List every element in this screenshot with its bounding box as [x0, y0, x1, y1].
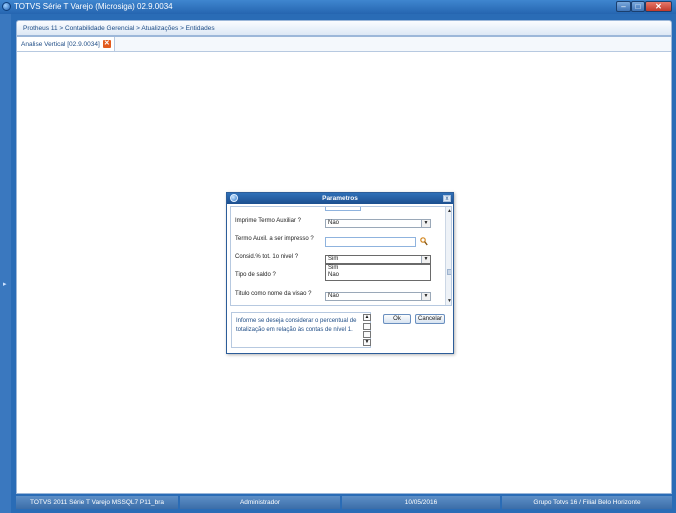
previous-param-field[interactable]	[325, 207, 361, 211]
scroll-up-icon[interactable]: ▲	[363, 314, 371, 321]
status-date: 10/05/2016	[342, 496, 502, 509]
select-value: Nao	[328, 293, 340, 299]
status-user: Administrador	[180, 496, 342, 509]
consid-tot-select[interactable]: Sim ▼	[325, 255, 431, 264]
param-scrollbar[interactable]: ▲ ▼	[445, 207, 451, 305]
chevron-down-icon[interactable]: ▼	[421, 256, 430, 263]
ok-button[interactable]: Ok	[383, 314, 411, 324]
scroll-thumb[interactable]	[447, 269, 451, 275]
select-value: Nao	[328, 220, 340, 226]
dialog-title: Parametros	[322, 195, 358, 202]
window-title: TOTVS Série T Varejo (Microsiga) 02.9.00…	[14, 2, 173, 11]
expand-arrow-icon[interactable]: ▸	[3, 280, 7, 288]
dropdown-list: Sim Nao	[325, 264, 431, 281]
search-icon[interactable]	[420, 237, 428, 246]
termo-auxil-input[interactable]	[325, 237, 416, 247]
dialog-close-button[interactable]: x	[443, 195, 451, 202]
titulo-visao-select[interactable]: Nao ▼	[325, 292, 431, 301]
help-box: Informe se deseja considerar o percentua…	[231, 312, 371, 348]
scroll-up-icon[interactable]: ▲	[446, 208, 451, 214]
tab-close-icon[interactable]: ✕	[102, 40, 111, 48]
scroll-track[interactable]	[363, 323, 371, 330]
dropdown-option-sim[interactable]: Sim	[326, 265, 430, 272]
scroll-down-icon[interactable]: ▼	[446, 298, 451, 304]
minimize-button[interactable]: –	[616, 1, 631, 12]
parametros-dialog: Parametros x Imprime Termo Auxiliar ? Na…	[226, 192, 454, 354]
cancel-button[interactable]: Cancelar	[415, 314, 445, 324]
param-list: Imprime Termo Auxiliar ? Nao ▼ Termo Aux…	[230, 206, 452, 306]
breadcrumb: Protheus 11 > Contabilidade Gerencial > …	[16, 20, 672, 36]
app-icon	[2, 2, 11, 11]
param-label: Tipo de saldo ?	[235, 272, 276, 278]
close-button[interactable]: ✕	[645, 1, 672, 12]
chevron-down-icon[interactable]: ▼	[421, 293, 430, 300]
window-titlebar: TOTVS Série T Varejo (Microsiga) 02.9.00…	[0, 0, 676, 14]
status-bar: TOTVS 2011 Série T Varejo MSSQL7 P11_bra…	[16, 496, 672, 509]
left-collapse-strip[interactable]: ▸	[0, 14, 11, 513]
param-label: Consid.% tot. 1o nivel ?	[235, 254, 299, 260]
param-label: Titulo como nome da visao ?	[235, 291, 312, 297]
dialog-titlebar: Parametros x	[227, 193, 453, 204]
maximize-button[interactable]: □	[631, 1, 645, 12]
dropdown-option-nao[interactable]: Nao	[326, 272, 430, 279]
param-label: Imprime Termo Auxiliar ?	[235, 218, 301, 224]
scroll-track[interactable]	[363, 331, 371, 338]
tab-row: Analise Vertical [02.9.0034] ✕	[17, 37, 671, 52]
help-text: Informe se deseja considerar o percentua…	[236, 318, 357, 333]
status-environment: TOTVS 2011 Série T Varejo MSSQL7 P11_bra	[16, 496, 180, 509]
scroll-down-icon[interactable]: ▼	[363, 339, 371, 346]
imprime-termo-select[interactable]: Nao ▼	[325, 219, 431, 228]
status-branch: Grupo Totvs 16 / Filial Belo Horizonte	[502, 496, 672, 509]
chevron-down-icon[interactable]: ▼	[421, 220, 430, 227]
breadcrumb-text: Protheus 11 > Contabilidade Gerencial > …	[23, 25, 215, 32]
tab-label: Analise Vertical [02.9.0034]	[21, 40, 100, 48]
param-label: Termo Auxil. a ser impresso ?	[235, 236, 314, 242]
select-value: Sim	[328, 256, 339, 262]
tab-analise-vertical[interactable]: Analise Vertical [02.9.0034] ✕	[17, 37, 115, 51]
help-scrollbar[interactable]: ▲ ▼	[363, 314, 371, 347]
